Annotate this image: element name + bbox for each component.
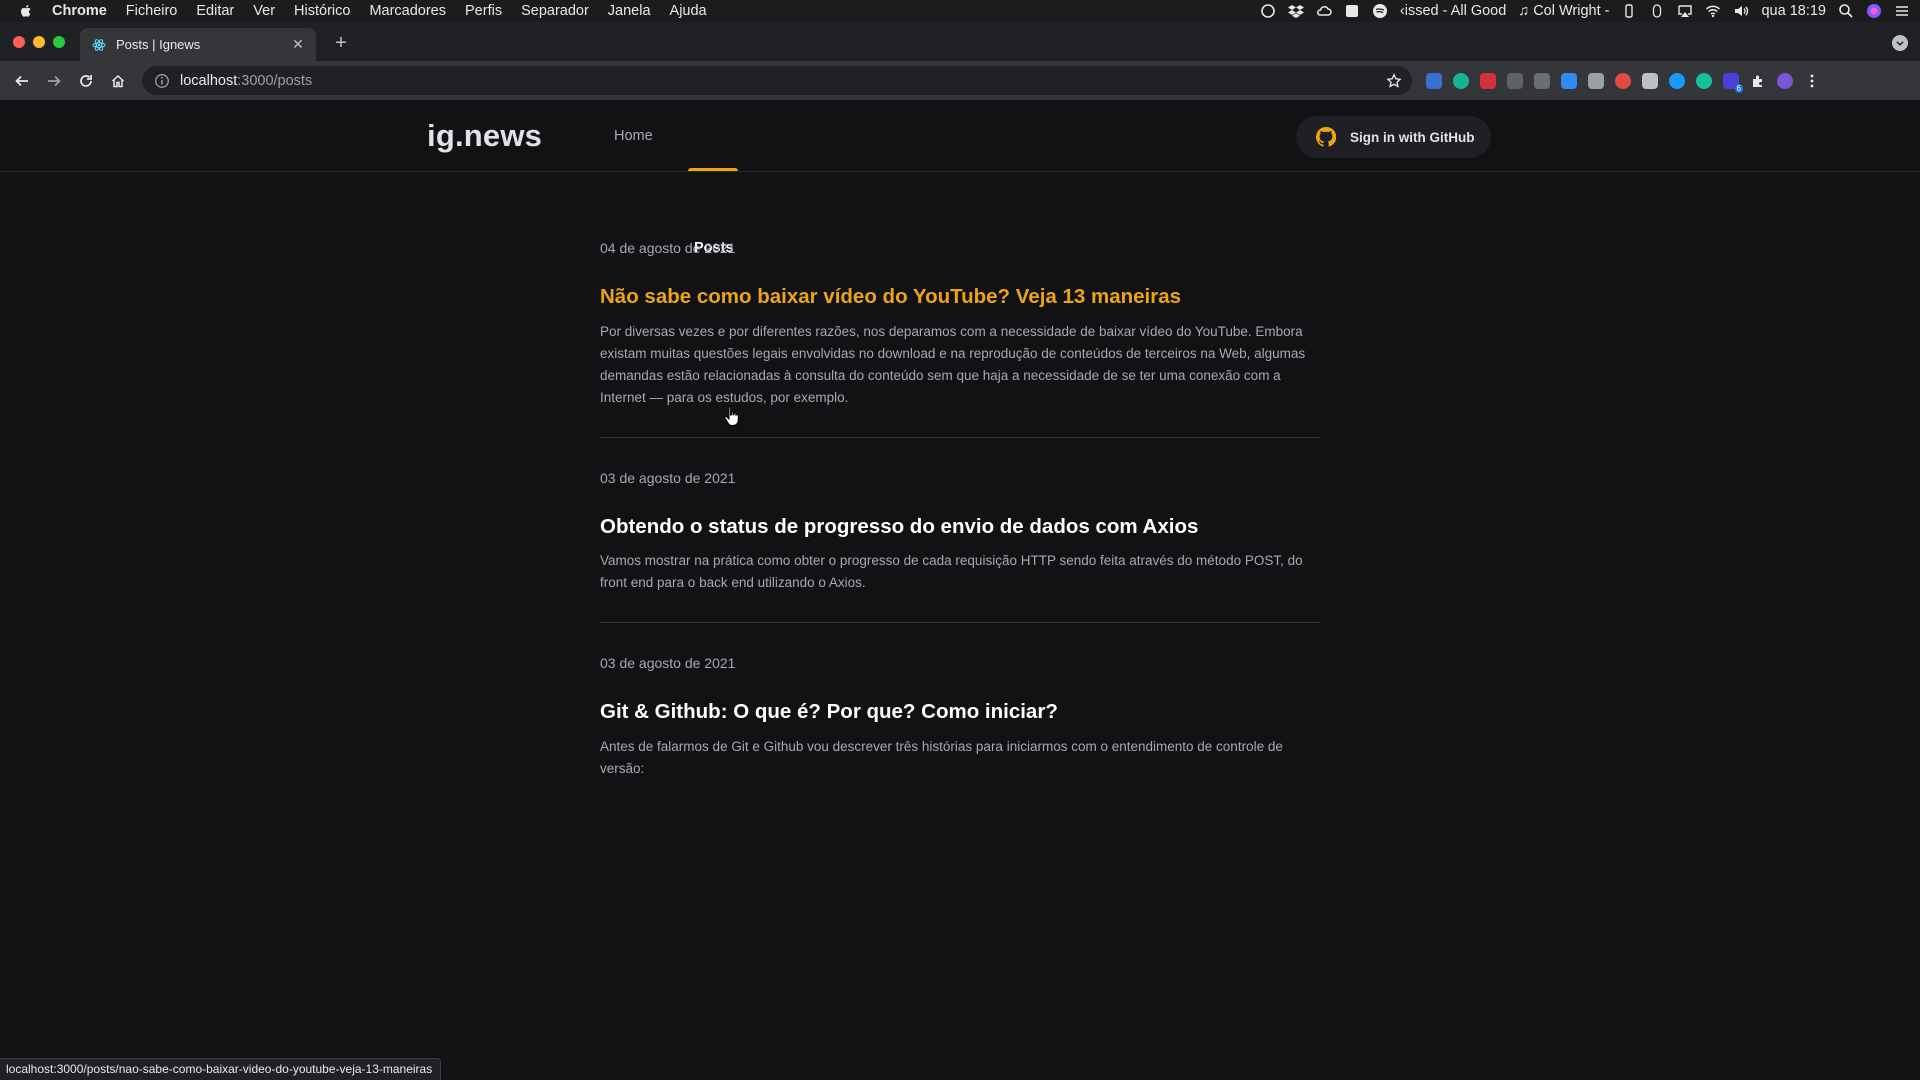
volume-icon[interactable] bbox=[1733, 3, 1749, 19]
arrow-right-icon bbox=[48, 75, 61, 86]
post-excerpt: Antes de falarmos de Git e Github vou de… bbox=[600, 738, 1283, 776]
apple-icon[interactable] bbox=[18, 3, 34, 19]
back-button[interactable] bbox=[8, 67, 36, 95]
post-title-link[interactable]: Não sabe como baixar vídeo do YouTube? V… bbox=[600, 284, 1320, 311]
spotify-icon[interactable] bbox=[1372, 3, 1388, 19]
post-item[interactable]: 04 de agosto de 2021 Não sabe como baixa… bbox=[600, 240, 1320, 438]
react-favicon-icon bbox=[92, 38, 106, 52]
battery-util-icon[interactable] bbox=[1621, 3, 1637, 19]
address-bar[interactable]: localhost:3000/posts bbox=[142, 66, 1412, 95]
extension-badge-count: 6 bbox=[1734, 83, 1743, 93]
web-page: ig.news Home Posts Sign in with GitHub 0… bbox=[0, 100, 1920, 1080]
blue-extension-icon[interactable] bbox=[1669, 72, 1685, 89]
post-date: 03 de agosto de 2021 bbox=[600, 469, 736, 486]
record-extension-icon[interactable] bbox=[1615, 72, 1631, 89]
camera-extension-icon[interactable] bbox=[1642, 72, 1658, 89]
browser-tab-posts[interactable]: Posts | Ignews ✕ bbox=[80, 28, 316, 61]
post-title-link[interactable]: Git & Github: O que é? Por que? Como ini… bbox=[600, 699, 1320, 726]
menu-marcadores[interactable]: Marcadores bbox=[369, 3, 446, 19]
window-minimize-button[interactable] bbox=[33, 36, 45, 48]
home-icon bbox=[111, 74, 125, 87]
tab-search-icon[interactable] bbox=[1892, 35, 1908, 51]
reload-icon bbox=[80, 74, 92, 87]
browser-tab-strip: Posts | Ignews ✕ + bbox=[0, 22, 1920, 61]
menu-app-chrome[interactable]: Chrome bbox=[52, 3, 107, 19]
puzzle-extensions-icon[interactable] bbox=[1750, 73, 1766, 89]
code-extension-icon[interactable] bbox=[1507, 72, 1523, 89]
window-close-button[interactable] bbox=[13, 36, 25, 48]
pen-extension-icon[interactable] bbox=[1588, 72, 1604, 89]
notes-icon[interactable] bbox=[1344, 3, 1360, 19]
sign-in-label: Sign in with GitHub bbox=[1350, 129, 1475, 145]
control-center-icon[interactable] bbox=[1894, 3, 1910, 19]
badge-extension-icon[interactable]: 6 bbox=[1723, 72, 1743, 93]
wifi-icon[interactable] bbox=[1705, 3, 1721, 19]
red-extension-icon[interactable] bbox=[1480, 72, 1496, 89]
menu-separador[interactable]: Separador bbox=[521, 3, 589, 19]
site-header: ig.news Home Posts Sign in with GitHub bbox=[0, 100, 1920, 256]
github-icon bbox=[1316, 127, 1336, 147]
sign-in-github-button[interactable]: Sign in with GitHub bbox=[1296, 116, 1491, 158]
site-info-icon[interactable] bbox=[154, 73, 170, 89]
reload-button[interactable] bbox=[72, 67, 100, 95]
airplay-icon[interactable] bbox=[1677, 3, 1693, 19]
arrow-left-icon bbox=[15, 75, 28, 86]
siri-icon[interactable] bbox=[1866, 3, 1882, 19]
menu-historico[interactable]: Histórico bbox=[294, 3, 350, 19]
menu-ficheiro[interactable]: Ficheiro bbox=[126, 3, 178, 19]
post-excerpt: Vamos mostrar na prática como obter o pr… bbox=[600, 553, 1303, 591]
chrome-menu-icon[interactable] bbox=[1804, 73, 1820, 89]
hand-pointer-cursor-icon bbox=[724, 406, 739, 426]
tab-title: Posts | Ignews bbox=[116, 37, 201, 52]
music-label[interactable]: ♫ Col Wright - bbox=[1518, 3, 1609, 19]
new-tab-button[interactable]: + bbox=[330, 32, 352, 54]
link-status-bar: localhost:3000/posts/nao-sabe-como-baixa… bbox=[0, 1058, 442, 1080]
crop-extension-icon[interactable] bbox=[1561, 72, 1577, 89]
post-date: 03 de agosto de 2021 bbox=[600, 655, 736, 672]
nav-link-home[interactable]: Home bbox=[614, 128, 653, 144]
spotlight-search-icon[interactable] bbox=[1838, 3, 1854, 19]
post-title-link[interactable]: Obtendo o status de progresso do envio d… bbox=[600, 514, 1320, 541]
menu-ajuda[interactable]: Ajuda bbox=[670, 3, 707, 19]
url-path: :3000/posts bbox=[237, 72, 313, 89]
forward-button[interactable] bbox=[40, 67, 68, 95]
translate-extension-icon[interactable] bbox=[1426, 72, 1442, 89]
browser-toolbar: localhost:3000/posts 6 bbox=[0, 61, 1920, 100]
menu-perfis[interactable]: Perfis bbox=[465, 3, 502, 19]
mouse-icon[interactable] bbox=[1649, 3, 1665, 19]
menubar-status-area: ‹issed - All Good ♫ Col Wright - qua 18:… bbox=[1260, 3, 1910, 19]
clock[interactable]: qua 18:19 bbox=[1761, 3, 1826, 19]
post-date: 04 de agosto de 2021 bbox=[600, 240, 736, 256]
cloud-icon[interactable] bbox=[1316, 3, 1332, 19]
creative-cloud-icon[interactable] bbox=[1260, 3, 1276, 19]
post-item[interactable]: 03 de agosto de 2021 Obtendo o status de… bbox=[600, 470, 1320, 624]
tab-close-icon[interactable]: ✕ bbox=[290, 36, 306, 53]
menu-ver[interactable]: Ver bbox=[253, 3, 275, 19]
posts-list: 04 de agosto de 2021 Não sabe como baixa… bbox=[600, 240, 1320, 840]
post-excerpt: Por diversas vezes e por diferentes razõ… bbox=[600, 323, 1306, 405]
bookmark-star-icon[interactable] bbox=[1386, 72, 1402, 89]
home-button[interactable] bbox=[104, 67, 132, 95]
active-nav-indicator bbox=[688, 168, 738, 171]
menu-editar[interactable]: Editar bbox=[196, 3, 234, 19]
now-playing-text[interactable]: ‹issed - All Good bbox=[1400, 3, 1506, 19]
profile-avatar[interactable] bbox=[1777, 72, 1793, 89]
macos-menu-bar: Chrome Ficheiro Editar Ver Histórico Mar… bbox=[0, 0, 1920, 22]
menu-janela[interactable]: Janela bbox=[608, 3, 651, 19]
dropbox-icon[interactable] bbox=[1287, 3, 1304, 19]
post-item[interactable]: 03 de agosto de 2021 Git & Github: O que… bbox=[600, 655, 1320, 808]
window-maximize-button[interactable] bbox=[53, 36, 65, 48]
site-logo[interactable]: ig.news bbox=[427, 118, 542, 154]
extensions-area: 6 bbox=[1426, 72, 1820, 93]
ruler-extension-icon[interactable] bbox=[1534, 72, 1550, 89]
grammarly-extension-icon[interactable] bbox=[1696, 72, 1712, 89]
mate-extension-icon[interactable] bbox=[1453, 72, 1469, 89]
url-host: localhost bbox=[180, 72, 238, 89]
